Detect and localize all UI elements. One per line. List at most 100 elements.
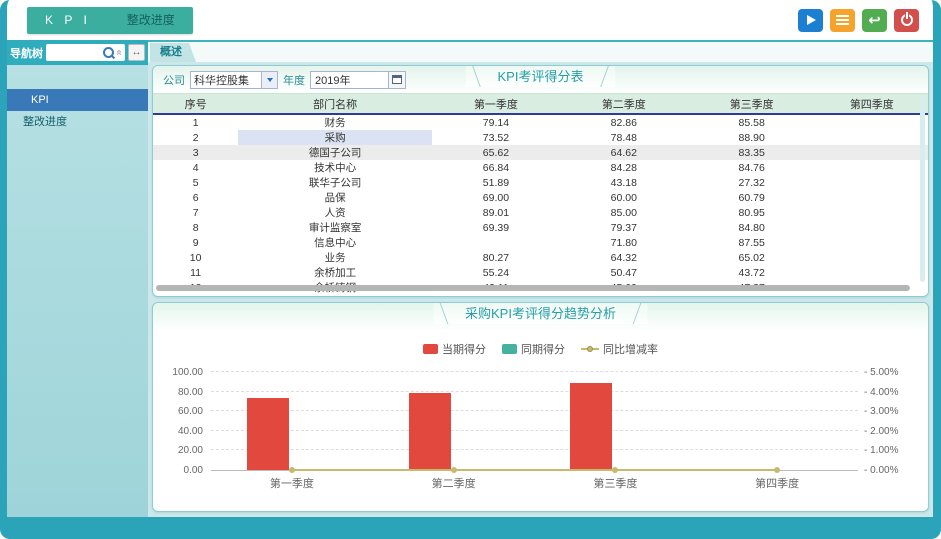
year-input[interactable] — [311, 72, 388, 88]
table-cell[interactable]: 80.27 — [432, 250, 560, 265]
table-cell[interactable] — [816, 190, 928, 205]
table-cell[interactable]: 技术中心 — [238, 160, 432, 175]
table-cell[interactable]: 82.86 — [560, 115, 688, 130]
table-cell[interactable]: 71.80 — [560, 235, 688, 250]
table-cell[interactable]: 27.32 — [688, 175, 816, 190]
table-cell[interactable]: 6 — [153, 190, 238, 205]
table-cell[interactable]: 品保 — [238, 190, 432, 205]
table-cell[interactable] — [816, 115, 928, 130]
hscrollbar-thumb[interactable] — [156, 285, 910, 291]
table-cell[interactable]: 4 — [153, 160, 238, 175]
table-cell[interactable]: 64.32 — [560, 250, 688, 265]
table-cell[interactable]: 1 — [153, 115, 238, 130]
table-cell[interactable]: 79.37 — [560, 220, 688, 235]
table-cell[interactable]: 89.01 — [432, 205, 560, 220]
table-cell[interactable]: 78.48 — [560, 130, 688, 145]
run-button[interactable] — [798, 9, 823, 32]
trend-point[interactable] — [451, 467, 457, 473]
logout-button[interactable] — [894, 9, 919, 32]
table-cell[interactable]: 采购 — [238, 130, 432, 145]
tab-overview[interactable]: 概述 — [150, 43, 196, 62]
table-row[interactable]: 2采购73.5278.4888.90 — [153, 130, 928, 145]
table-cell[interactable] — [432, 235, 560, 250]
table-cell[interactable]: 60.00 — [560, 190, 688, 205]
table-cell[interactable]: 73.52 — [432, 130, 560, 145]
table-cell[interactable]: 43.18 — [560, 175, 688, 190]
table-row[interactable]: 1财务79.1482.8685.58 — [153, 115, 928, 130]
table-cell[interactable]: 55.24 — [432, 265, 560, 280]
menu-button[interactable] — [830, 9, 855, 32]
table-cell[interactable]: 51.89 — [432, 175, 560, 190]
table-cell[interactable] — [816, 220, 928, 235]
table-cell[interactable]: 84.80 — [688, 220, 816, 235]
table-cell[interactable]: 64.62 — [560, 145, 688, 160]
table-row[interactable]: 5联华子公司51.8943.1827.32 — [153, 175, 928, 190]
table-cell[interactable]: 65.62 — [432, 145, 560, 160]
table-cell[interactable]: 85.00 — [560, 205, 688, 220]
table-cell[interactable]: 80.95 — [688, 205, 816, 220]
table-cell[interactable] — [816, 160, 928, 175]
search-input[interactable] — [49, 45, 103, 60]
table-cell[interactable] — [816, 175, 928, 190]
table-cell[interactable]: 83.35 — [688, 145, 816, 160]
module-tab-rectify-progress[interactable]: 整改进度 — [109, 7, 193, 34]
company-select[interactable]: 科华控股集 — [190, 71, 278, 89]
table-cell[interactable]: 69.00 — [432, 190, 560, 205]
table-cell[interactable]: 11 — [153, 265, 238, 280]
trend-point[interactable] — [774, 467, 780, 473]
table-cell[interactable]: 50.47 — [560, 265, 688, 280]
table-cell[interactable]: 87.55 — [688, 235, 816, 250]
legend-item[interactable]: 同比增减率 — [581, 341, 658, 357]
table-cell[interactable]: 信息中心 — [238, 235, 432, 250]
sidebar-item-1[interactable]: 整改进度 — [7, 111, 148, 133]
collapse-all-icon[interactable]: « — [114, 50, 125, 56]
table-cell[interactable]: 审计监察室 — [238, 220, 432, 235]
table-cell[interactable] — [816, 130, 928, 145]
table-row[interactable]: 4技术中心66.8484.2884.76 — [153, 160, 928, 175]
table-cell[interactable]: 88.90 — [688, 130, 816, 145]
sidebar-toggle-button[interactable]: ↔ — [128, 44, 145, 61]
table-hscrollbar[interactable] — [153, 284, 928, 296]
table-row[interactable]: 3德国子公司65.6264.6283.35 — [153, 145, 928, 160]
table-cell[interactable]: 7 — [153, 205, 238, 220]
table-cell[interactable]: 84.76 — [688, 160, 816, 175]
table-cell[interactable]: 人资 — [238, 205, 432, 220]
table-row[interactable]: 7人资89.0185.0080.95 — [153, 205, 928, 220]
trend-point[interactable] — [289, 467, 295, 473]
table-cell[interactable]: 69.39 — [432, 220, 560, 235]
table-cell[interactable]: 66.84 — [432, 160, 560, 175]
table-cell[interactable]: 5 — [153, 175, 238, 190]
table-cell[interactable]: 65.02 — [688, 250, 816, 265]
table-cell[interactable]: 联华子公司 — [238, 175, 432, 190]
trend-point[interactable] — [612, 467, 618, 473]
table-cell[interactable]: 3 — [153, 145, 238, 160]
table-row[interactable]: 9信息中心 71.8087.55 — [153, 235, 928, 250]
table-cell[interactable]: 84.28 — [560, 160, 688, 175]
legend-item[interactable]: 同期得分 — [502, 341, 565, 357]
bar-current-score[interactable] — [409, 393, 451, 470]
calendar-button[interactable] — [388, 72, 405, 88]
table-cell[interactable] — [816, 250, 928, 265]
bar-current-score[interactable] — [570, 383, 612, 470]
sidebar-item-0[interactable]: KPI — [7, 89, 148, 111]
table-cell[interactable]: 余桥加工 — [238, 265, 432, 280]
chevron-down-icon[interactable] — [261, 72, 277, 88]
back-button[interactable]: ↩ — [862, 9, 887, 32]
table-cell[interactable] — [816, 265, 928, 280]
table-cell[interactable]: 60.79 — [688, 190, 816, 205]
table-cell[interactable]: 85.58 — [688, 115, 816, 130]
table-cell[interactable]: 2 — [153, 130, 238, 145]
legend-item[interactable]: 当期得分 — [423, 341, 486, 357]
table-cell[interactable] — [816, 145, 928, 160]
table-cell[interactable]: 9 — [153, 235, 238, 250]
module-tab-kpi[interactable]: K P I — [27, 7, 109, 34]
table-cell[interactable]: 8 — [153, 220, 238, 235]
table-row[interactable]: 6品保69.0060.0060.79 — [153, 190, 928, 205]
table-cell[interactable]: 德国子公司 — [238, 145, 432, 160]
table-vscrollbar[interactable] — [920, 96, 925, 282]
table-cell[interactable] — [816, 235, 928, 250]
table-cell[interactable] — [816, 205, 928, 220]
table-cell[interactable]: 79.14 — [432, 115, 560, 130]
table-row[interactable]: 11余桥加工55.2450.4743.72 — [153, 265, 928, 280]
table-row[interactable]: 8审计监察室69.3979.3784.80 — [153, 220, 928, 235]
